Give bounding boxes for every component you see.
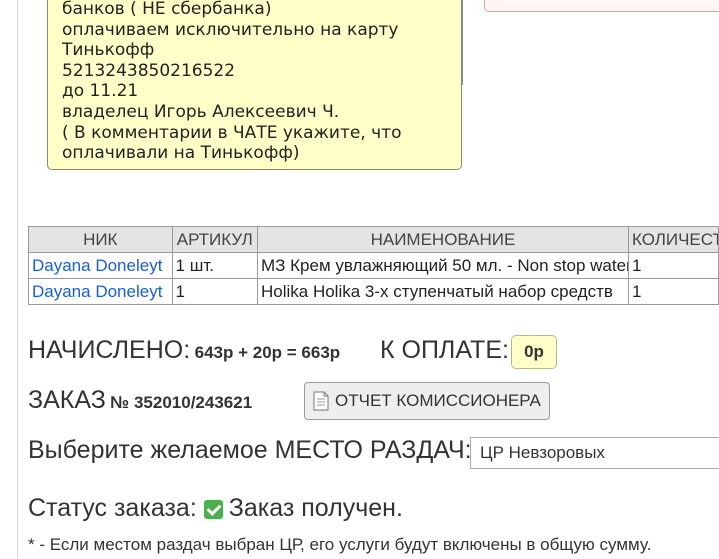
payment-note: банков ( НЕ сбербанка) оплачиваем исключ… <box>47 0 463 170</box>
order-label: ЗАКАЗ <box>28 386 106 414</box>
note-line: владелец Игорь Алексеевич Ч. <box>62 101 340 122</box>
quantity-cell: 1 <box>627 252 719 279</box>
note-line: банков ( НЕ сбербанка) <box>62 0 272 19</box>
column-header-nick: НИК <box>28 226 173 253</box>
commission-report-label: ОТЧЕТ КОМИССИОНЕРА <box>335 391 541 410</box>
commission-report-button[interactable]: ОТЧЕТ КОМИССИОНЕРА <box>304 382 550 420</box>
accrued-row: НАЧИСЛЕНО: 643р + 20р = 663р <box>28 336 340 365</box>
note-line: ( В комментарии в ЧАТЕ укажите, что <box>62 122 402 143</box>
document-icon <box>313 391 329 411</box>
article-cell: 1 <box>171 278 258 305</box>
alert-box <box>484 0 719 12</box>
order-number: № 352010/243621 <box>110 393 253 412</box>
status-value: Заказ получен. <box>228 494 403 522</box>
name-cell: МЗ Крем увлажняющий 50 мл. - Non stop wa… <box>256 252 629 279</box>
accrued-label: НАЧИСЛЕНО: <box>28 336 191 364</box>
table-row: Dayana Doneleyt 1 Holika Holika 3-х ступ… <box>28 278 719 305</box>
note-line: оплачивали на Тинькофф) <box>62 143 300 164</box>
note-card-number: 5213243850216522 <box>62 60 236 81</box>
note-line: Тинькофф <box>62 40 155 61</box>
page-left-border <box>17 0 18 559</box>
pickup-point-select[interactable]: ЦР Невзоровых <box>470 437 719 469</box>
nick-cell: Dayana Doneleyt <box>28 252 173 279</box>
status-row: Статус заказа: Заказ получен. <box>28 494 403 523</box>
nick-link[interactable]: Dayana Doneleyt <box>32 282 162 301</box>
column-header-quantity: КОЛИЧЕСТВО <box>627 226 719 253</box>
pickup-label: Выберите желаемое МЕСТО РАЗДАЧ: <box>28 436 472 464</box>
nick-link[interactable]: Dayana Doneleyt <box>32 256 162 275</box>
table-row: Dayana Doneleyt 1 шт. МЗ Крем увлажняющи… <box>28 252 719 279</box>
column-header-name: НАИМЕНОВАНИЕ <box>256 226 629 253</box>
order-items-table: НИК АРТИКУЛ НАИМЕНОВАНИЕ КОЛИЧЕСТВО Daya… <box>28 226 719 305</box>
article-cell: 1 шт. <box>171 252 258 279</box>
note-line: до 11.21 <box>62 81 139 102</box>
order-row: ЗАКАЗ № 352010/243621 <box>28 386 252 415</box>
column-header-article: АРТИКУЛ <box>171 226 258 253</box>
pay-amount: 0р <box>511 335 557 369</box>
note-line: оплачиваем исключительно на карту <box>62 19 399 40</box>
status-label: Статус заказа: <box>28 494 197 522</box>
pay-label: К ОПЛАТЕ: <box>380 336 509 364</box>
name-cell: Holika Holika 3-х ступенчатый набор сред… <box>256 278 629 305</box>
note-scrollbar[interactable] <box>461 0 463 85</box>
check-icon <box>203 500 223 519</box>
quantity-cell: 1 <box>627 278 719 305</box>
footnote: * - Если местом раздач выбран ЦР, его ус… <box>28 535 652 554</box>
nick-cell: Dayana Doneleyt <box>28 278 173 305</box>
accrued-value: 643р + 20р = 663р <box>194 343 341 362</box>
